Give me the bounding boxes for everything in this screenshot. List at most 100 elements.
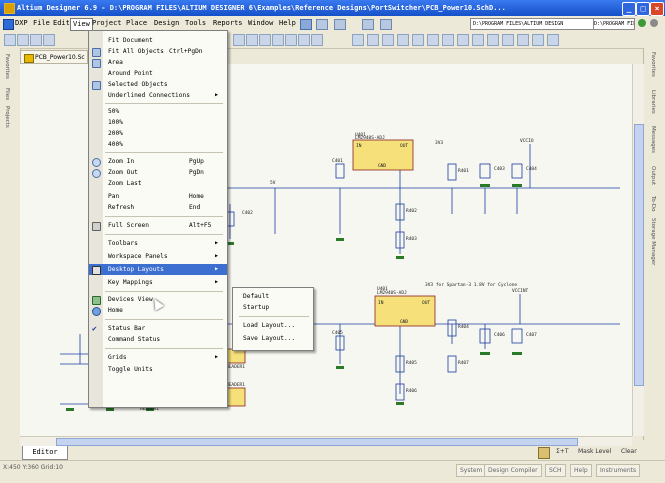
menu-item-command-status[interactable]: Command Status <box>89 334 227 345</box>
panel-tab-projects[interactable]: Projects <box>4 106 10 128</box>
menu-item-toolbars[interactable]: Toolbars ▶ <box>89 238 227 249</box>
document-tab[interactable]: PCB_Power10.Sc <box>20 50 88 64</box>
menu-dxp[interactable]: DXP <box>13 18 30 29</box>
mask-level-button[interactable]: Mask Level <box>578 446 611 458</box>
status-help-button[interactable]: Help <box>570 464 592 477</box>
menu-reports[interactable]: Reports <box>211 18 245 29</box>
port-icon[interactable] <box>487 34 499 46</box>
mask-icon[interactable] <box>538 447 550 459</box>
sheet-entry-icon[interactable] <box>472 34 484 46</box>
menu-item-desktop-layouts[interactable]: Desktop Layouts ▶ <box>89 264 227 275</box>
vertical-scrollbar[interactable] <box>632 64 644 436</box>
menu-tools[interactable]: Tools <box>183 18 208 29</box>
ic2-part: LM2940S-ADJ <box>377 290 407 296</box>
menu-project[interactable]: Project <box>90 18 124 29</box>
submenu-item-load-layout[interactable]: Load Layout... <box>233 320 313 331</box>
menu-item-zoom-100[interactable]: 100% <box>89 117 227 128</box>
new-icon[interactable] <box>4 34 16 46</box>
menu-item-zoom-in[interactable]: Zoom In PgUp <box>89 156 227 167</box>
move-icon[interactable] <box>272 34 284 46</box>
panel-tab-favorites-right[interactable]: Favorites <box>650 52 656 77</box>
panel-tab-todo[interactable]: To-Do <box>650 196 656 211</box>
gnd-port-icon[interactable] <box>412 34 424 46</box>
submenu-item-startup[interactable]: Startup <box>233 302 313 313</box>
status-instruments-button[interactable]: Instruments <box>596 464 641 477</box>
menu-item-fit-all-objects[interactable]: Fit All Objects Ctrl+PgDn <box>89 46 227 57</box>
add-icon[interactable] <box>547 34 559 46</box>
menu-item-zoom-out[interactable]: Zoom Out PgDn <box>89 167 227 178</box>
editor-tab[interactable]: Editor <box>22 446 68 460</box>
status-sch-button[interactable]: SCH <box>545 464 566 477</box>
maximize-button[interactable]: □ <box>636 2 650 16</box>
menu-item-status-bar[interactable]: ✔ Status Bar <box>89 323 227 334</box>
minimize-button[interactable]: _ <box>622 2 636 16</box>
menu-item-workspace-panels[interactable]: Workspace Panels ▶ <box>89 251 227 262</box>
menu-item-pan[interactable]: Pan Home <box>89 191 227 202</box>
menu-item-toggle-units[interactable]: Toggle Units <box>89 364 227 375</box>
status-design-compiler-button[interactable]: Design Compiler <box>484 464 542 477</box>
net-label-vccint: VCCINT <box>512 288 529 294</box>
horizontal-scrollbar[interactable] <box>20 436 632 446</box>
menu-item-key-mappings[interactable]: Key Mappings ▶ <box>89 277 227 288</box>
submenu-arrow-icon: ▶ <box>215 253 219 259</box>
path-combo-right[interactable]: D:\PROGRAM FILES\ALTIUM DESIGN <box>593 18 635 30</box>
panel-tab-storage-manager[interactable]: Storage Manager <box>650 218 656 265</box>
panel-tab-favorites[interactable]: Favorites <box>4 54 10 79</box>
save-icon[interactable] <box>30 34 42 46</box>
sheet-symbol-icon[interactable] <box>457 34 469 46</box>
no-erc-icon[interactable] <box>502 34 514 46</box>
wire-icon[interactable] <box>352 34 364 46</box>
menu-item-zoom-200[interactable]: 200% <box>89 128 227 139</box>
panel-tab-libraries[interactable]: Libraries <box>650 90 656 114</box>
status-system-button[interactable]: System <box>456 464 487 477</box>
menu-item-area[interactable]: Area <box>89 57 227 68</box>
panel-tab-messages[interactable]: Messages <box>650 126 656 153</box>
menu-help[interactable]: Help <box>277 18 298 29</box>
menu-place[interactable]: Place <box>124 18 149 29</box>
menu-item-zoom-50[interactable]: 50% <box>89 106 227 117</box>
menu-file[interactable]: File <box>31 18 52 29</box>
zoom-fit-icon[interactable] <box>233 34 245 46</box>
menu-item-zoom-400[interactable]: 400% <box>89 139 227 150</box>
menu-item-around-point[interactable]: Around Point <box>89 68 227 79</box>
redo-icon[interactable] <box>311 34 323 46</box>
forward-icon[interactable] <box>650 19 658 27</box>
panel-tab-output[interactable]: Output <box>650 166 656 185</box>
open-icon[interactable] <box>17 34 29 46</box>
horizontal-scroll-thumb[interactable] <box>56 438 578 446</box>
menu-design[interactable]: Design <box>152 18 181 29</box>
ic2-pin-out: OUT <box>422 300 430 306</box>
menu-item-zoom-last[interactable]: Zoom Last <box>89 178 227 189</box>
path-combo-left[interactable]: D:\PROGRAM FILES\ALTIUM DESIGN <box>470 18 594 30</box>
net-label-icon[interactable] <box>397 34 409 46</box>
close-button[interactable]: × <box>650 2 664 16</box>
cross-icon[interactable] <box>285 34 297 46</box>
submenu-item-save-layout[interactable]: Save Layout... <box>233 333 313 344</box>
print-icon[interactable] <box>43 34 55 46</box>
vcc-port-icon[interactable] <box>427 34 439 46</box>
menu-edit[interactable]: Edit <box>51 18 72 29</box>
part-icon[interactable] <box>442 34 454 46</box>
clear-button[interactable]: Clear <box>621 446 637 458</box>
menu-item-grids[interactable]: Grids ▶ <box>89 352 227 363</box>
directive-icon[interactable] <box>517 34 529 46</box>
compile-icon[interactable] <box>532 34 544 46</box>
mask-zoom-label: Σ+T <box>556 448 569 455</box>
undo-icon[interactable] <box>298 34 310 46</box>
bus-entry-icon[interactable] <box>382 34 394 46</box>
menu-item-refresh[interactable]: Refresh End <box>89 202 227 213</box>
panel-tab-files[interactable]: Files <box>4 88 10 100</box>
vertical-scroll-thumb[interactable] <box>634 124 644 386</box>
bus-icon[interactable] <box>367 34 379 46</box>
zoom-area-icon[interactable] <box>246 34 258 46</box>
submenu-item-default[interactable]: Default <box>233 291 313 302</box>
menu-item-selected-objects[interactable]: Selected Objects <box>89 79 227 90</box>
menu-item-full-screen[interactable]: Full Screen Alt+F5 <box>89 220 227 231</box>
net-label-5v: 5V <box>270 180 276 186</box>
menu-item-fit-document[interactable]: Fit Document <box>89 35 227 46</box>
menu-window[interactable]: Window <box>246 18 275 29</box>
back-icon[interactable] <box>638 19 646 27</box>
right-panel-strip: Favorites Libraries Messages Output To-D… <box>643 48 665 440</box>
menu-item-underlined-connections[interactable]: Underlined Connections ▶ <box>89 90 227 101</box>
select-icon[interactable] <box>259 34 271 46</box>
